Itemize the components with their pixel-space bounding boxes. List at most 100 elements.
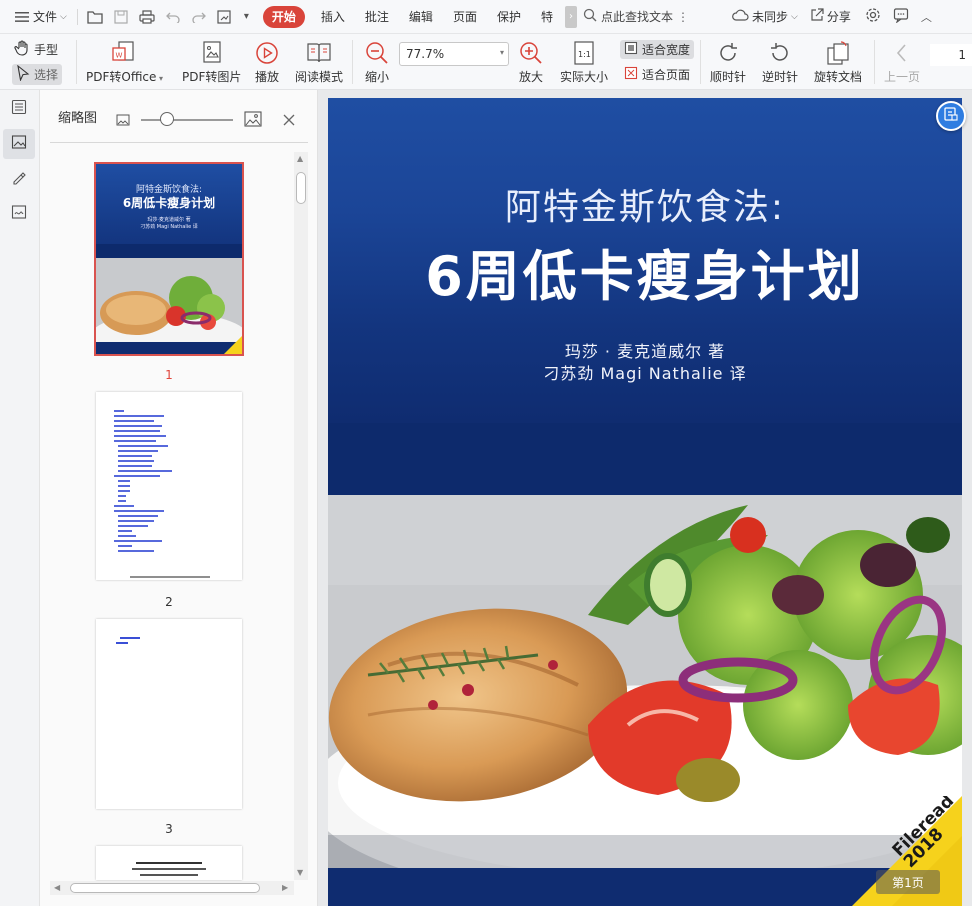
thumbnail-horizontal-scrollbar[interactable]: ◀ ▶: [50, 881, 294, 895]
page-thumbnail-1-number: 1: [165, 368, 173, 382]
find-text-search[interactable]: 点此查找文本 ⋮: [583, 8, 689, 25]
scroll-up-icon[interactable]: ▲: [297, 154, 303, 163]
document-page[interactable]: 阿特金斯饮食法: 6周低卡瘦身计划 玛莎 · 麦克道威尔 著 刁苏劲 Magi …: [328, 98, 962, 906]
tab-protect[interactable]: 保护: [487, 6, 531, 28]
page-number-input[interactable]: 1: [930, 44, 972, 66]
separator: [76, 40, 77, 84]
share-button[interactable]: 分享: [804, 5, 857, 29]
signature-icon: [11, 204, 27, 224]
close-icon[interactable]: [283, 111, 295, 130]
vertical-scroll-thumb[interactable]: [296, 172, 306, 204]
chevron-down-icon: ⌵: [60, 11, 67, 22]
fit-width-button[interactable]: 适合宽度: [620, 40, 695, 59]
zoom-level-select[interactable]: 77.7% ▾: [399, 42, 509, 66]
pdf-to-image-icon: [199, 40, 225, 66]
reading-mode-button[interactable]: 阅读模式: [295, 40, 343, 85]
separator: [700, 40, 701, 84]
image-large-icon[interactable]: [244, 110, 262, 132]
thumb-toc-lines: [114, 410, 224, 555]
tab-edit[interactable]: 编辑: [399, 6, 443, 28]
print-icon[interactable]: [139, 9, 155, 25]
search-placeholder: 点此查找文本: [600, 10, 673, 24]
sync-status[interactable]: 未同步 ⌵: [725, 5, 804, 29]
page-thumbnail-2[interactable]: [96, 392, 242, 580]
chevron-left-icon: [892, 40, 912, 66]
tab-start[interactable]: 开始: [262, 5, 305, 28]
signature-button[interactable]: [3, 199, 35, 229]
thumb-text-line: [140, 874, 198, 876]
settings-icon[interactable]: [865, 7, 881, 26]
horizontal-scroll-thumb[interactable]: [70, 883, 260, 893]
export-image-icon[interactable]: [217, 9, 233, 25]
tab-annotate[interactable]: 批注: [355, 6, 399, 28]
pdf-to-office-label: PDF转Office: [86, 70, 157, 84]
tab-special[interactable]: 特色: [531, 6, 565, 28]
separator: [76, 8, 78, 25]
chevron-down-icon: ⌵: [791, 11, 798, 22]
actual-size-button[interactable]: 1:1 实际大小: [560, 40, 608, 85]
page-thumbnail-4[interactable]: [96, 846, 242, 880]
more-vertical-icon[interactable]: ⋮: [677, 10, 689, 24]
thumb-cover-author: 玛莎·麦克道威尔 著: [147, 217, 191, 223]
share-icon: [810, 8, 824, 25]
select-tool-button[interactable]: 选择: [12, 64, 63, 85]
zoom-in-label: 放大: [518, 70, 543, 84]
file-menu[interactable]: 文件 ⌵: [8, 5, 73, 29]
rotate-cw-label: 顺时针: [710, 70, 747, 84]
thumbnail-panel-header: 缩略图: [40, 90, 318, 142]
thumbnail-size-slider[interactable]: [141, 119, 233, 121]
collapse-ribbon-icon[interactable]: ︿: [921, 9, 932, 25]
floating-action-button[interactable]: [936, 101, 966, 131]
rotate-document-button[interactable]: 旋转文档: [814, 40, 862, 85]
cursor-icon: [16, 64, 30, 84]
thumbnail-vertical-scrollbar[interactable]: ▲ ▼: [294, 152, 308, 880]
cover-translator: 刁苏劲 Magi Nathalie 译: [543, 364, 747, 383]
page-indicator: 第1页: [876, 870, 940, 894]
pdf-to-office-button[interactable]: W PDF转Office ▾: [86, 40, 163, 85]
page-thumbnail-1[interactable]: 阿特金斯饮食法: 6周低卡瘦身计划 玛莎·麦克道威尔 著 刁苏劲 Magi Na…: [94, 162, 244, 356]
tab-insert[interactable]: 插入: [311, 6, 355, 28]
previous-page-button[interactable]: 上一页: [884, 40, 920, 85]
rotate-counterclockwise-button[interactable]: 逆时针: [762, 40, 798, 85]
thumbnails-button[interactable]: [3, 129, 35, 159]
redo-icon[interactable]: [191, 9, 207, 25]
zoom-out-button[interactable]: 缩小: [364, 40, 390, 85]
document-tool-icon: [943, 106, 959, 126]
page-thumbnail-3[interactable]: [96, 619, 242, 809]
feedback-icon[interactable]: [893, 7, 909, 26]
thumb-text-line: [132, 868, 206, 870]
document-viewer[interactable]: 阿特金斯饮食法: 6周低卡瘦身计划 玛莎 · 麦克道威尔 著 刁苏劲 Magi …: [318, 90, 972, 906]
chevron-down-icon: ▾: [499, 48, 504, 57]
zoom-out-icon: [364, 40, 390, 66]
thumb-text-line: [136, 862, 202, 864]
hand-tool-button[interactable]: 手型: [14, 40, 58, 59]
image-small-icon[interactable]: [116, 112, 130, 131]
menu-bar: 文件 ⌵ ▾ 开始 插入 批注 编辑 页面 保护 特色 › 点此查找文本 ⋮ 未…: [0, 0, 972, 34]
tabs-scroll-right-button[interactable]: ›: [564, 5, 577, 28]
scroll-down-icon[interactable]: ▼: [297, 868, 303, 877]
pdf-to-image-button[interactable]: PDF转图片: [182, 40, 241, 85]
zoom-in-icon: [518, 40, 544, 66]
open-folder-icon[interactable]: [87, 9, 103, 25]
annotations-button[interactable]: [3, 164, 35, 194]
outline-button[interactable]: [3, 94, 35, 124]
rotate-ccw-label: 逆时针: [762, 70, 799, 84]
chevron-down-icon: ▾: [156, 74, 163, 83]
more-tools-icon[interactable]: ▾: [244, 11, 249, 22]
cloud-icon: [731, 8, 749, 25]
scroll-right-icon[interactable]: ▶: [282, 883, 288, 892]
scroll-left-icon[interactable]: ◀: [54, 883, 60, 892]
actual-size-icon: 1:1: [572, 40, 596, 66]
play-button[interactable]: 播放: [254, 40, 280, 85]
play-icon: [254, 40, 280, 66]
fit-page-button[interactable]: 适合页面: [624, 66, 690, 83]
thumbnail-size-slider-handle[interactable]: [160, 112, 174, 126]
save-icon[interactable]: [113, 9, 129, 25]
rotate-clockwise-button[interactable]: 顺时针: [710, 40, 746, 85]
zoom-in-button[interactable]: 放大: [518, 40, 544, 85]
undo-icon[interactable]: [165, 9, 181, 25]
thumb-text-line: [116, 642, 128, 644]
select-tool-label: 选择: [34, 68, 59, 82]
tab-page[interactable]: 页面: [443, 6, 487, 28]
rotate-cw-icon: [715, 40, 741, 66]
